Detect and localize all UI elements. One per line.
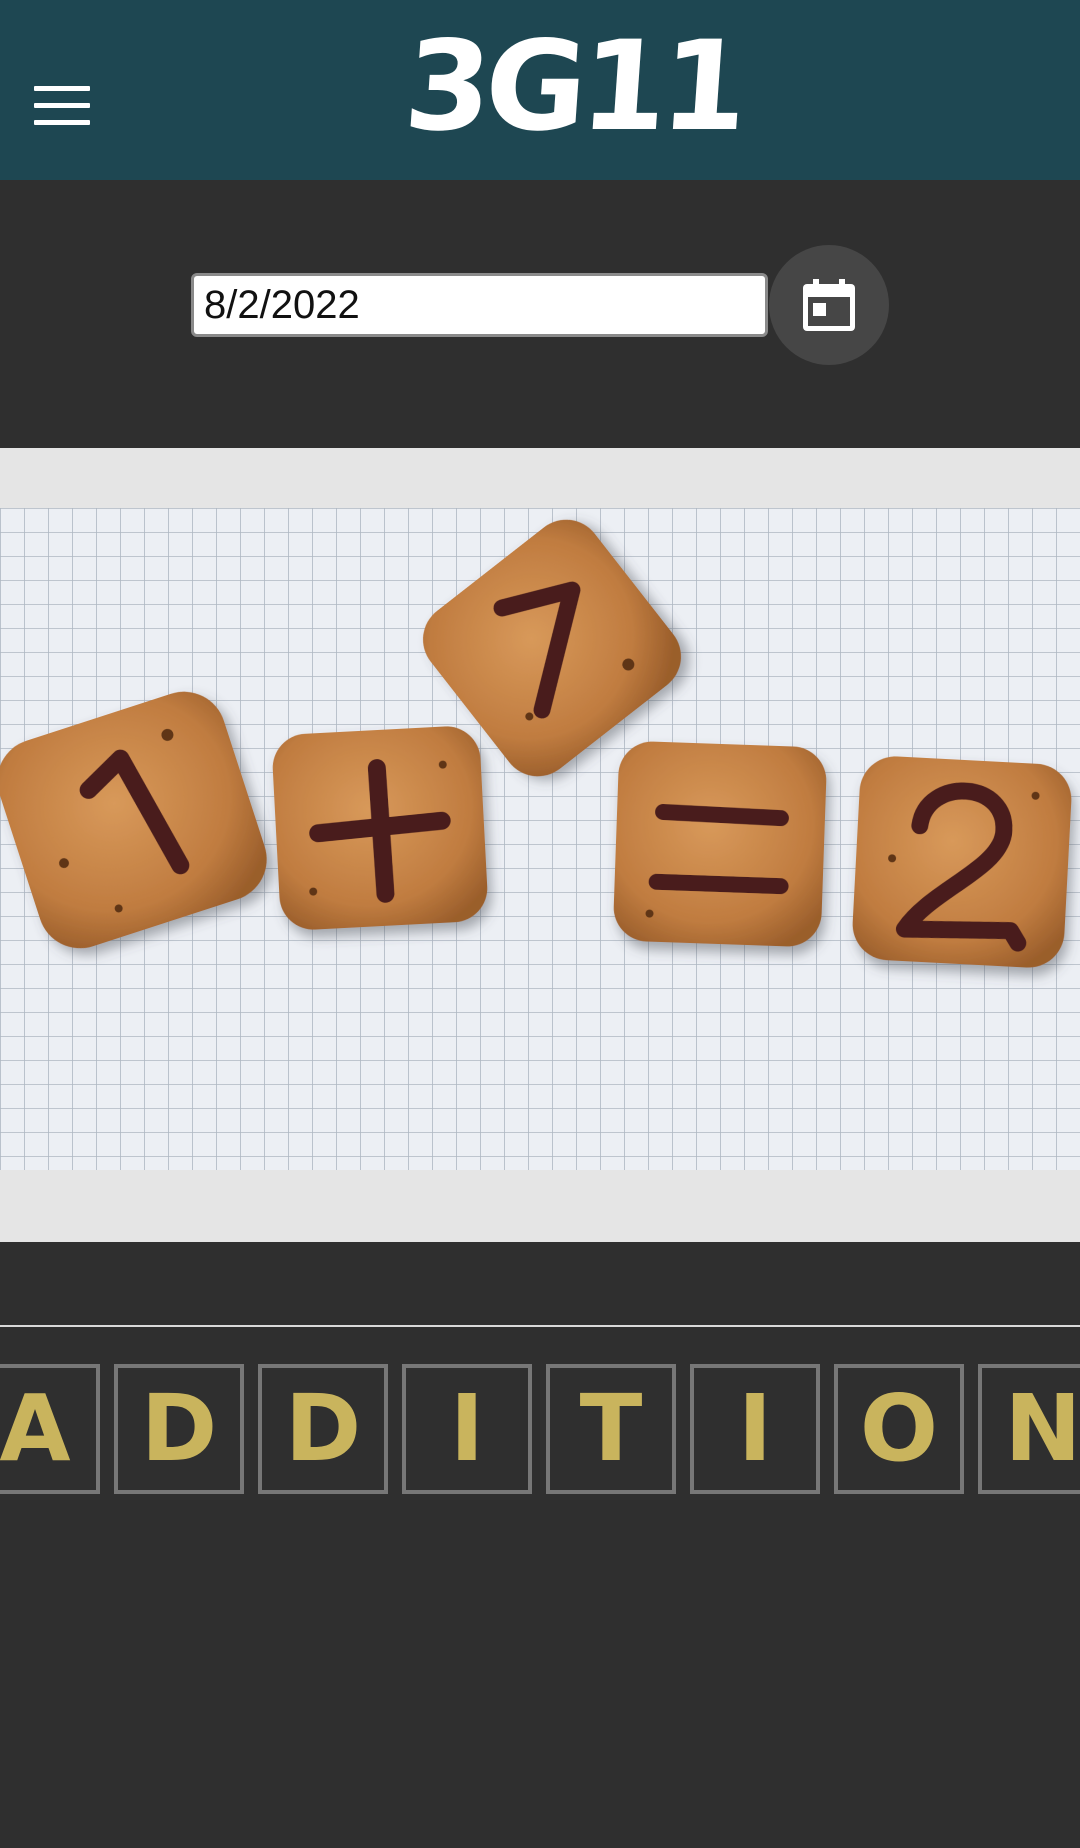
letter-tile: D [258,1364,388,1494]
puzzle-image-panel [0,448,1080,1242]
letter-tile: D [114,1364,244,1494]
cookies-math-photo [0,508,1080,1170]
calendar-button[interactable] [769,245,889,365]
cookie-equals [613,741,827,947]
letter-tile: A [0,1364,100,1494]
date-input[interactable] [191,273,768,337]
menu-bar [34,86,90,91]
cookie-two [852,756,1072,968]
calendar-icon [803,279,855,331]
letter-tile: I [402,1364,532,1494]
letter-tile: N [978,1364,1080,1494]
menu-bar [34,120,90,125]
app-logo: 3G11 [399,15,747,159]
letter-tile: I [690,1364,820,1494]
hamburger-menu-icon[interactable] [34,86,90,126]
letter-tile: O [834,1364,964,1494]
menu-bar [34,103,90,108]
section-divider [0,1325,1080,1327]
letter-tile: T [546,1364,676,1494]
cookie-plus [272,726,488,930]
app-header: 3G11 [0,0,1080,180]
